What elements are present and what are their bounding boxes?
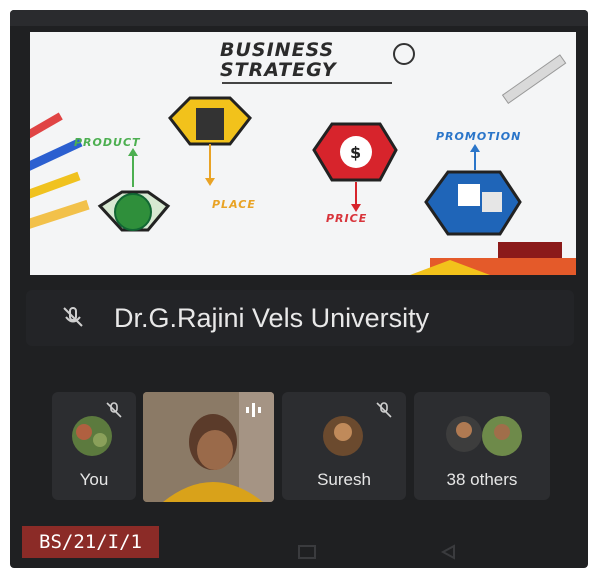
avatar-group <box>446 416 522 456</box>
mic-off-icon <box>63 307 83 327</box>
slide-heading: BUSINESS STRATEGY <box>220 40 350 80</box>
status-strip <box>10 10 588 26</box>
participant-label-others: 38 others <box>446 470 518 489</box>
label-place: PLACE <box>212 198 256 211</box>
recent-apps-icon[interactable] <box>296 544 318 560</box>
presenter-name-bar[interactable]: Dr.G.Rajini Vels University <box>26 290 574 346</box>
participant-label-suresh: Suresh <box>317 470 371 489</box>
participant-label-you: You <box>79 470 109 489</box>
svg-text:$: $ <box>350 143 361 162</box>
label-product: PRODUCT <box>74 136 141 149</box>
audio-level-icon <box>246 403 261 417</box>
mic-off-icon <box>376 402 392 418</box>
slide-heading-line1: BUSINESS <box>220 39 335 61</box>
label-price: PRICE <box>326 212 368 225</box>
participant-video[interactable] <box>143 392 274 502</box>
avatar <box>72 416 112 456</box>
participant-tile-suresh[interactable]: Suresh <box>282 392 406 500</box>
shared-slide[interactable]: $ BUSINESS STRATEGY PRODUCT PLACE PRICE … <box>30 32 576 275</box>
avatar <box>323 416 363 456</box>
meeting-screen: $ BUSINESS STRATEGY PRODUCT PLACE PRICE … <box>10 10 588 568</box>
participant-tile-others[interactable]: 38 others <box>414 392 550 500</box>
heading-underline <box>222 82 392 84</box>
back-icon[interactable] <box>438 544 460 560</box>
label-promotion: PROMOTION <box>436 130 522 143</box>
image-id-badge: BS/21/I/1 <box>22 526 159 558</box>
slide-heading-line2: STRATEGY <box>220 59 337 81</box>
presenter-name: Dr.G.Rajini Vels University <box>114 303 430 333</box>
participant-tile-you[interactable]: You <box>52 392 136 500</box>
